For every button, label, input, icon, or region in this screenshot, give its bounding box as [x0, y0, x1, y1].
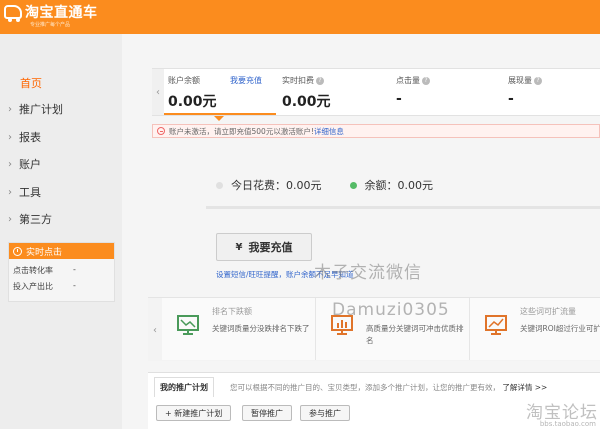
sidebar-item-label: 工具 — [19, 186, 41, 199]
gray-dot-icon — [216, 181, 223, 189]
chart-down-icon — [176, 314, 200, 336]
metric-value: 0.00元 — [168, 94, 217, 110]
main-content: ‹ 账户余额 我要充值 0.00元 实时扣费? 0.00元 点击量? - 展现量… — [122, 34, 600, 429]
warning-icon — [157, 127, 165, 135]
card-desc: 关键词质量分没跌排名下跌了 — [212, 324, 310, 333]
metric-label: 展现量? — [508, 75, 542, 86]
recharge-button-label: 我要充值 — [248, 241, 293, 254]
realtime-title: 实时点击 — [26, 247, 63, 258]
learn-more-link[interactable]: 了解详情 >> — [502, 383, 547, 392]
chevron-right-icon: › — [8, 213, 12, 225]
metric-label: 账户余额 — [168, 76, 200, 85]
recharge-button[interactable]: ¥ 我要充值 — [216, 233, 312, 261]
top-bar: 淘宝直通车 专业推广每个产品 — [0, 0, 600, 34]
balance-value: 0.00元 — [397, 179, 434, 192]
logo-subtitle: 专业推广每个产品 — [30, 22, 71, 28]
metric-value: - — [396, 91, 402, 107]
realtime-row-label: 投入产出比 — [13, 282, 53, 291]
realtime-row: 投入产出比 - — [13, 281, 76, 292]
help-icon[interactable]: ? — [534, 76, 542, 85]
realtime-row-value: - — [73, 265, 76, 274]
card-desc: 高质量分关键词可冲击优质排名 — [366, 324, 464, 345]
car-logo-icon — [4, 5, 22, 22]
recharge-link[interactable]: 我要充值 — [230, 75, 262, 86]
balance-label: 余额： — [364, 179, 398, 192]
notice-details-link[interactable]: 详细信息 — [314, 126, 344, 137]
watermark: 木子交流微信 — [314, 263, 422, 283]
trend-up-icon — [484, 314, 508, 336]
realtime-header: 实时点击 — [9, 243, 114, 259]
metric-value: 0.00元 — [282, 94, 331, 110]
realtime-row-label: 点击转化率 — [13, 266, 53, 275]
metric-realtime-cost[interactable]: 实时扣费? 0.00元 — [278, 69, 390, 115]
sidebar-item-label: 账户 — [19, 158, 41, 171]
sidebar-item-account[interactable]: › 账户 — [8, 156, 41, 172]
metric-balance[interactable]: 账户余额 我要充值 0.00元 — [164, 69, 276, 115]
chevron-right-icon: › — [8, 158, 12, 170]
card-title: 这些词可扩流量 — [520, 307, 576, 316]
notice-text: 账户未激活，请立即充值500元以激活账户! — [169, 126, 314, 136]
chevron-right-icon: › — [8, 186, 12, 198]
clock-icon — [13, 246, 22, 256]
sidebar: 首页 › 推广计划 › 报表 › 账户 › 工具 › 第三方 实时点击 点击转化… — [0, 34, 122, 429]
metric-value: - — [508, 91, 514, 107]
plan-tip-text: 您可以根据不同的推广目的、宝贝类型，添加多个推广计划，让您的推广更有效， — [230, 383, 500, 392]
card-desc: 关键词ROI超过行业可扩流量 — [520, 324, 600, 333]
sidebar-item-home[interactable]: 首页 — [20, 75, 42, 91]
today-spend-label: 今日花费： — [231, 179, 286, 192]
tab-my-plans[interactable]: 我的推广计划 — [154, 377, 214, 397]
metric-label: 点击量? — [396, 75, 430, 86]
sidebar-item-reports[interactable]: › 报表 — [8, 129, 41, 145]
sidebar-item-tools[interactable]: › 工具 — [8, 184, 41, 200]
notice-bar: 账户未激活，请立即充值500元以激活账户! 详细信息 — [152, 124, 600, 138]
sidebar-item-campaigns[interactable]: › 推广计划 — [8, 101, 63, 117]
logo-title: 淘宝直通车 — [25, 5, 98, 21]
watermark: Damuzi0305 — [332, 300, 450, 320]
chevron-right-icon: › — [8, 103, 12, 115]
watermark-bottom-sub: bbs.taobao.com — [539, 420, 596, 428]
sidebar-item-label: 报表 — [19, 131, 41, 144]
green-dot-icon — [349, 181, 357, 189]
card-title: 排名下跌额 — [212, 307, 252, 316]
realtime-row-value: - — [73, 281, 76, 290]
today-spend-value: 0.00元 — [286, 179, 322, 192]
chevron-left-icon[interactable]: ‹ — [152, 69, 164, 115]
chevron-left-icon[interactable]: ‹ — [148, 298, 162, 362]
new-plan-button[interactable]: + 新建推广计划 — [156, 405, 232, 421]
selection-pointer — [214, 116, 224, 121]
help-icon[interactable]: ? — [316, 76, 324, 85]
sidebar-item-third-party[interactable]: › 第三方 — [8, 211, 52, 227]
yen-icon: ¥ — [235, 241, 243, 253]
realtime-panel: 实时点击 点击转化率 - 投入产出比 - — [8, 242, 115, 302]
divider — [206, 206, 600, 209]
join-button[interactable]: 参与推广 — [300, 405, 350, 421]
plan-tip: 您可以根据不同的推广目的、宝贝类型，添加多个推广计划，让您的推广更有效， 了解详… — [230, 382, 547, 393]
card-rank-drop[interactable]: 排名下跌额 关键词质量分没跌排名下跌了 — [162, 298, 316, 360]
card-expand-traffic[interactable]: 这些词可扩流量 关键词ROI超过行业可扩流量 — [470, 298, 600, 360]
metric-clicks[interactable]: 点击量? - — [392, 69, 504, 115]
metric-impressions[interactable]: 展现量? - — [504, 69, 600, 115]
sidebar-item-label: 首页 — [20, 77, 42, 90]
chevron-right-icon: › — [8, 131, 12, 143]
spend-summary: 今日花费： 0.00元 余额： 0.00元 — [216, 177, 433, 193]
help-icon[interactable]: ? — [422, 76, 430, 85]
pause-button[interactable]: 暂停推广 — [242, 405, 292, 421]
sidebar-item-label: 第三方 — [19, 213, 52, 226]
metrics-bar: ‹ 账户余额 我要充值 0.00元 实时扣费? 0.00元 点击量? - 展现量… — [152, 68, 600, 116]
logo[interactable]: 淘宝直通车 专业推广每个产品 — [0, 0, 122, 34]
metric-label: 实时扣费? — [282, 75, 324, 86]
sidebar-item-label: 推广计划 — [19, 103, 63, 116]
realtime-row: 点击转化率 - — [13, 265, 76, 276]
